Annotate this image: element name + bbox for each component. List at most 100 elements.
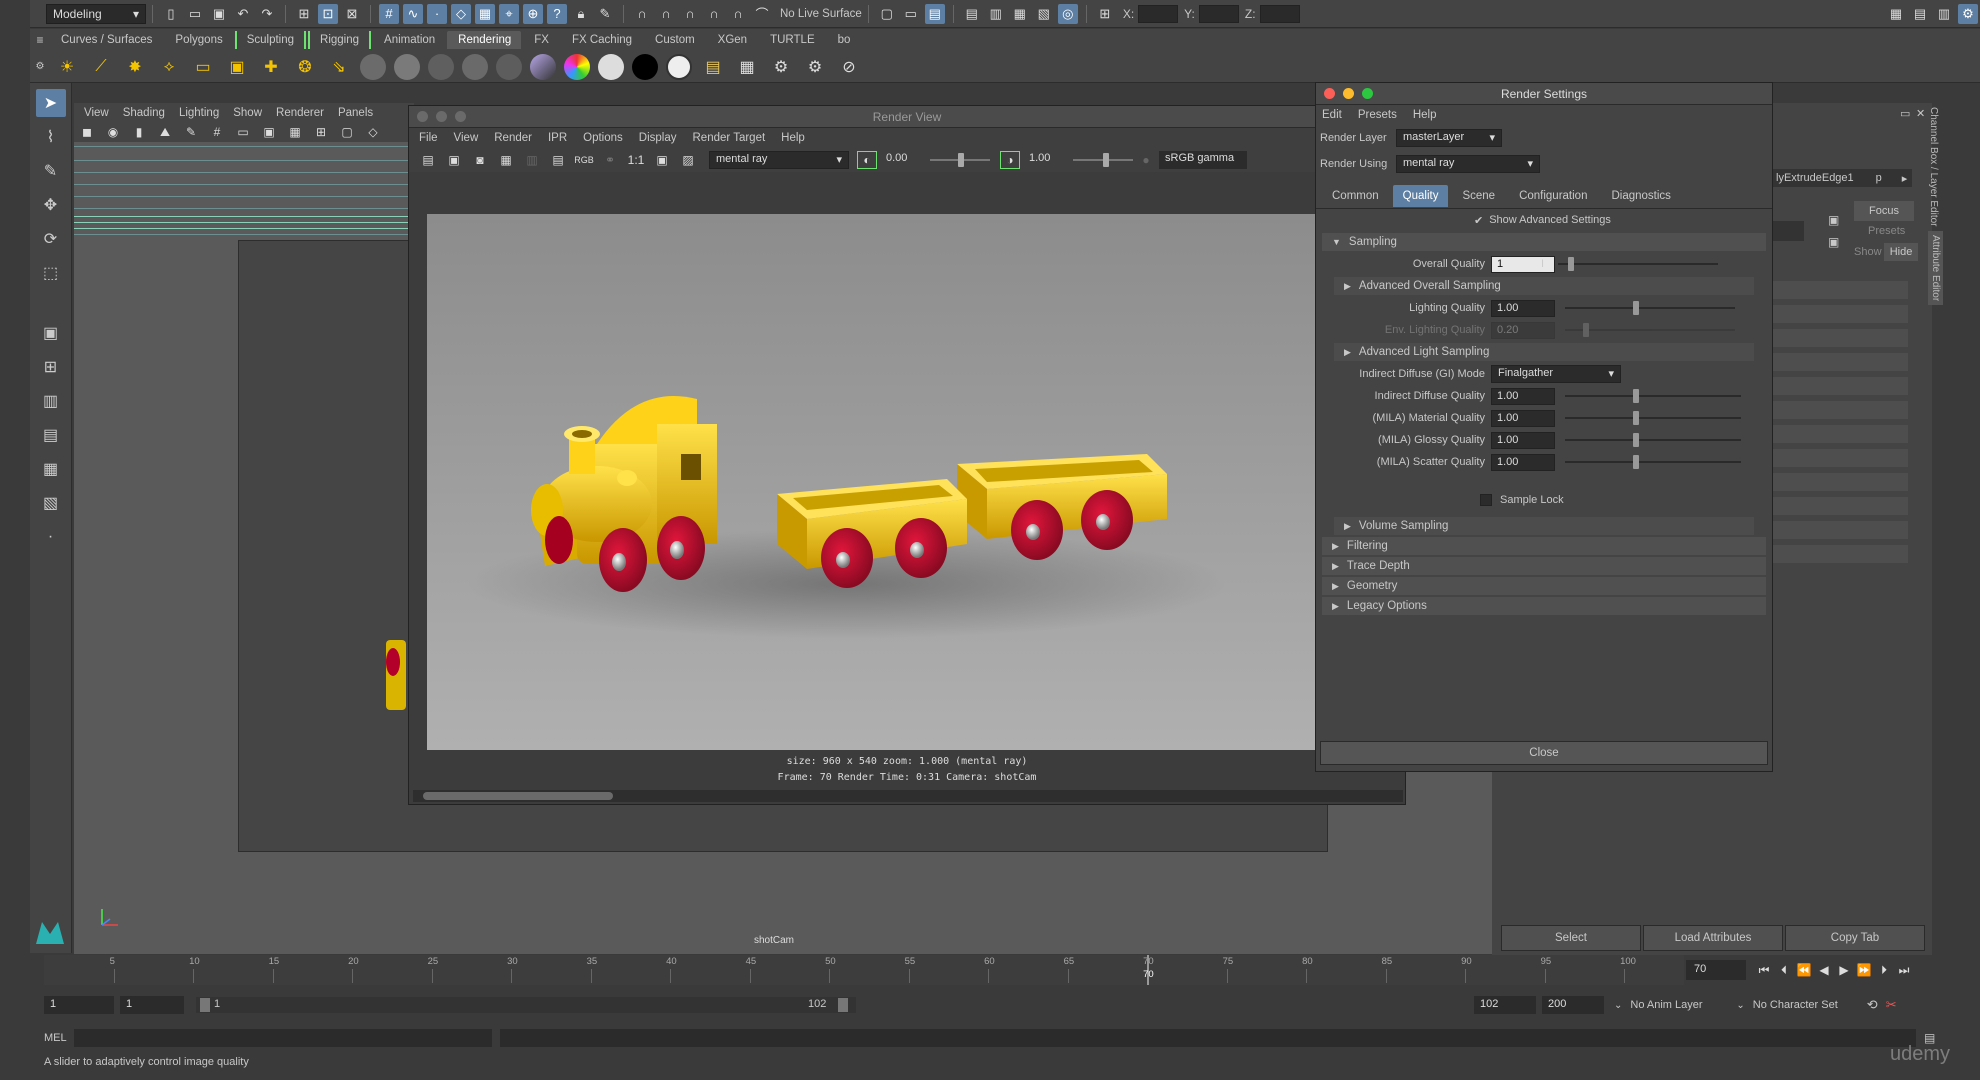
mila-scatter-slider[interactable] [1565, 455, 1741, 469]
safe-action-icon[interactable]: ▢ [337, 123, 357, 141]
transform-mode-icon[interactable]: ⊞ [1095, 4, 1115, 24]
select-object-icon[interactable]: ⊡ [318, 3, 338, 24]
section-sampling[interactable]: ▼ Sampling [1322, 233, 1766, 251]
mia-material-icon[interactable] [666, 53, 692, 80]
rgb-channel-icon[interactable]: RGB [574, 151, 594, 169]
magnet-point-icon[interactable]: ∩ [680, 4, 700, 24]
focus-button[interactable]: Focus [1854, 201, 1914, 221]
tab-quality[interactable]: Quality [1392, 184, 1449, 207]
shelf-options-icon[interactable]: ⚙ [30, 61, 50, 72]
alpha-link-icon[interactable]: ⚭ [600, 151, 620, 169]
range-slider[interactable]: 1 102 [196, 997, 856, 1013]
rv-menu-display[interactable]: Display [639, 132, 677, 144]
magnet-center-icon[interactable]: ∩ [728, 4, 748, 24]
mel-label[interactable]: MEL [44, 1032, 72, 1044]
persp-outliner-icon[interactable]: ▥ [36, 387, 66, 415]
camera-attr-icon[interactable]: ◉ [103, 123, 123, 141]
area-light-icon[interactable]: ▭ [190, 54, 216, 80]
play-forward-icon[interactable]: ▶ [1834, 963, 1854, 977]
grid-icon[interactable]: # [207, 123, 227, 141]
render-region-icon[interactable]: ▣ [444, 151, 464, 169]
hide-button[interactable]: Hide [1884, 243, 1918, 261]
lighting-quality-knob[interactable] [1633, 301, 1639, 315]
workspace-icon[interactable]: ▦ [1886, 4, 1906, 24]
shelf-tab-fx-caching[interactable]: FX Caching [561, 31, 642, 49]
step-back-frame-icon[interactable]: ⏪ [1794, 963, 1814, 977]
step-forward-frame-icon[interactable]: ⏩ [1854, 963, 1874, 977]
tab-common[interactable]: Common [1322, 185, 1389, 207]
ramp-shader-icon[interactable] [564, 53, 590, 80]
close-button[interactable]: Close [1320, 741, 1768, 765]
viewport-menu-show[interactable]: Show [233, 107, 262, 119]
scene-end-field[interactable]: 200 [1542, 996, 1604, 1014]
lambert-icon[interactable] [360, 53, 386, 80]
mila-scatter-knob[interactable] [1633, 455, 1639, 469]
menu-set-dropdown[interactable]: Modeling ▾ [46, 3, 146, 24]
shelf-tab-rendering[interactable]: Rendering [447, 31, 522, 49]
step-forward-key-icon[interactable]: ⏵ [1874, 963, 1894, 978]
z-field[interactable]: Z: [1245, 4, 1300, 23]
layout-icon[interactable]: ▤ [1910, 4, 1930, 24]
indirect-quality-input[interactable]: 1.00 [1491, 387, 1555, 405]
select-component-icon[interactable]: ⊠ [342, 4, 362, 24]
construction-history-icon[interactable]: ▢ [877, 4, 897, 24]
hypershade-icon[interactable]: ▧ [1034, 4, 1054, 24]
tab-channel-box[interactable]: Channel Box / Layer Editor [1928, 107, 1939, 227]
go-to-end-icon[interactable]: ⏭ [1894, 963, 1914, 978]
x-input[interactable] [1138, 4, 1179, 23]
render-frame-icon[interactable]: ▥ [986, 4, 1006, 24]
rendered-image[interactable] [427, 214, 1383, 750]
lighting-quality-slider[interactable] [1565, 301, 1735, 315]
render-settings-icon[interactable]: ◎ [1057, 3, 1078, 24]
redo-render-icon[interactable]: ▤ [418, 151, 438, 169]
gamma-icon[interactable]: ◑ [1000, 151, 1020, 169]
chevron-right-icon[interactable]: ▸ [1902, 172, 1908, 185]
shelf-tab-turtle[interactable]: TURTLE [759, 31, 825, 49]
character-set-label[interactable]: No Character Set [1753, 999, 1863, 1011]
mila-glossy-input[interactable]: 1.00 [1491, 431, 1555, 449]
mila-glossy-knob[interactable] [1633, 433, 1639, 447]
wireframe-icon[interactable]: ◇ [363, 123, 383, 141]
magnet-icon[interactable]: ∩ [632, 4, 652, 24]
render-sequence-icon[interactable]: ▤ [548, 151, 568, 169]
mila-scatter-input[interactable]: 1.00 [1491, 453, 1555, 471]
section-legacy-options[interactable]: ▶ Legacy Options [1322, 597, 1766, 615]
attr-field[interactable] [1772, 305, 1908, 323]
chevron-down-icon[interactable]: ⌄ [1736, 1000, 1744, 1011]
render-view-icon[interactable]: ▤ [962, 4, 982, 24]
use-background-icon[interactable] [632, 53, 658, 80]
attr-field[interactable] [1772, 545, 1908, 563]
camera-icon[interactable]: ◼ [77, 123, 97, 141]
magnet-curve-icon[interactable]: ∩ [656, 4, 676, 24]
move-tool-icon[interactable]: ✥ [36, 191, 66, 219]
remove-image-icon[interactable]: ▨ [678, 151, 698, 169]
exposure-slider[interactable] [930, 153, 990, 167]
select-hierarchy-icon[interactable]: ⊞ [294, 4, 314, 24]
gamma-slider-knob[interactable] [1103, 153, 1109, 167]
sample-lock-checkbox[interactable] [1480, 494, 1492, 506]
section-filtering[interactable]: ▶ Filtering [1322, 537, 1766, 555]
tab-diagnostics[interactable]: Diagnostics [1601, 185, 1680, 207]
hypershade-layout-icon[interactable]: ▦ [36, 455, 66, 483]
load-attributes-button[interactable]: Load Attributes [1643, 925, 1783, 951]
ambient-light-icon[interactable]: ☀ [54, 54, 80, 80]
rv-menu-view[interactable]: View [454, 132, 479, 144]
render-current-icon[interactable]: ▤ [924, 3, 945, 24]
section-volume-sampling[interactable]: ▶ Volume Sampling [1334, 517, 1754, 535]
snapshot-icon[interactable]: ◙ [470, 151, 490, 169]
pin-icon[interactable]: ✎ [595, 4, 615, 24]
single-view-icon[interactable]: ▣ [36, 319, 66, 347]
snap-live-icon[interactable]: ⌖ [499, 3, 519, 24]
gamma-slider[interactable] [1073, 153, 1133, 167]
close-panel-icon[interactable]: ✕ [1916, 107, 1925, 120]
physical-sun-icon[interactable]: ❂ [292, 54, 318, 80]
phong-icon[interactable] [428, 53, 454, 80]
gi-mode-dropdown[interactable]: Finalgather ▾ [1491, 365, 1621, 383]
shelf-tab-rigging[interactable]: Rigging [308, 31, 372, 49]
section-advanced-light[interactable]: ▶ Advanced Light Sampling [1334, 343, 1754, 361]
y-field[interactable]: Y: [1184, 4, 1239, 23]
viewport-menu-lighting[interactable]: Lighting [179, 107, 219, 119]
rv-menu-help[interactable]: Help [781, 132, 805, 144]
renderer-dropdown[interactable]: mental ray ▾ [709, 151, 849, 169]
exposure-field[interactable]: 0.00 [880, 151, 930, 169]
